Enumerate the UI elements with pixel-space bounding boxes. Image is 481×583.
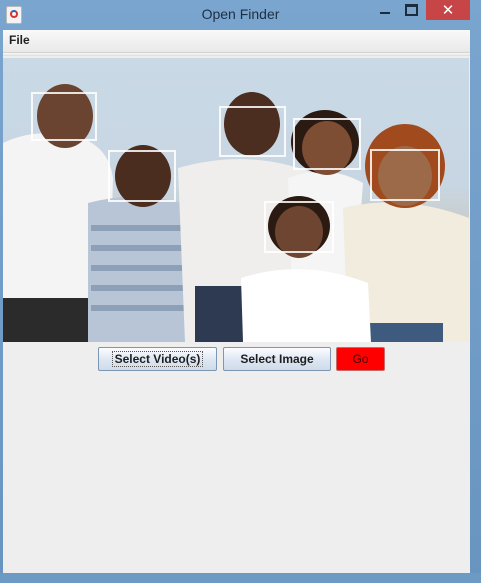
close-icon: ✕	[441, 0, 455, 19]
face	[224, 92, 280, 156]
menu-file[interactable]: File	[9, 33, 30, 47]
maximize-icon	[404, 4, 418, 16]
go-label: Go	[352, 352, 369, 366]
close-button[interactable]: ✕	[426, 0, 470, 20]
minimize-icon	[380, 12, 390, 14]
minimize-button[interactable]	[372, 0, 398, 20]
app-window: Open Finder ✕ File Select Video(s) Selec…	[0, 0, 481, 583]
person-body	[241, 269, 371, 342]
select-image-button[interactable]: Select Image	[223, 347, 331, 371]
select-videos-button[interactable]: Select Video(s)	[98, 347, 217, 371]
family-photo	[3, 84, 469, 342]
window-border	[0, 573, 481, 583]
toolbar-separator	[3, 53, 470, 56]
image-preview	[3, 58, 469, 342]
select-videos-label: Select Video(s)	[111, 351, 204, 367]
face	[302, 121, 352, 175]
face	[275, 206, 323, 258]
menu-bar: File	[3, 30, 470, 53]
title-bar[interactable]: Open Finder ✕	[0, 0, 481, 30]
select-image-label: Select Image	[240, 352, 314, 366]
maximize-button[interactable]	[398, 0, 424, 20]
go-button[interactable]: Go	[336, 347, 385, 371]
face	[378, 146, 432, 206]
face	[115, 145, 171, 207]
content-pane: File Select Video(s) Select Image Go	[3, 30, 470, 573]
